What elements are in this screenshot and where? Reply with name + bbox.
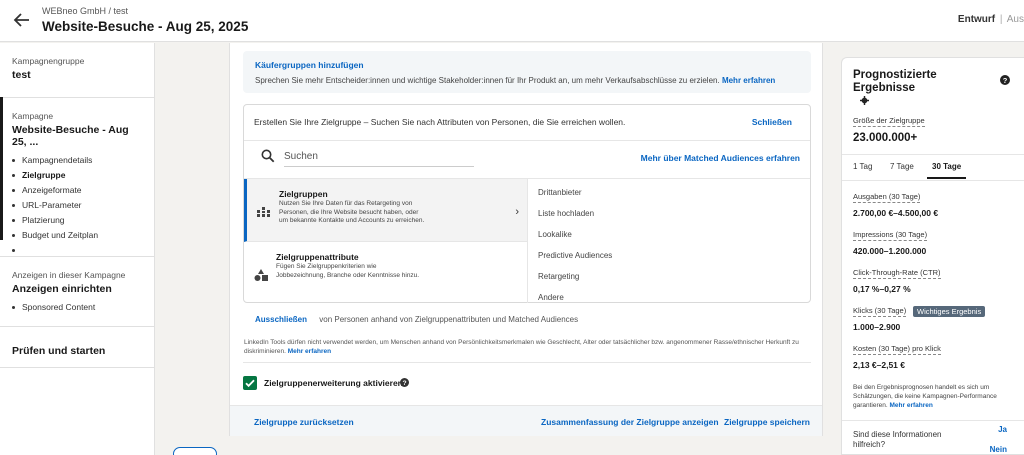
category-desc: Nutzen Sie Ihre Daten für das Retargetin…: [279, 200, 425, 224]
matched-audiences-link[interactable]: Mehr über Matched Audiences erfahren: [641, 153, 800, 163]
exclude-text: von Personen anhand von Zielgruppenattri…: [319, 315, 579, 324]
save-audience-button[interactable]: Zielgruppe speichern: [724, 417, 810, 427]
show-summary-button[interactable]: Zusammenfassung der Zielgruppe anzeigen: [541, 417, 719, 427]
feedback-no-button[interactable]: Nein: [990, 445, 1007, 454]
campaign-group-block[interactable]: Kampagnengruppe test: [0, 56, 96, 81]
forecast-title: Prognostizierte Ergebnisse: [853, 69, 937, 94]
help-icon[interactable]: ?: [1000, 75, 1010, 85]
category-desc: Fügen Sie Zielgruppenkriterien wie Jobbe…: [276, 263, 420, 279]
status-draft: Entwurf: [957, 14, 996, 25]
key-result-badge: Wichtiges Ergebnis: [913, 306, 986, 317]
status-bar: Entwurf | Aus: [958, 14, 1024, 25]
expansion-label: Zielgruppenerweiterung aktivieren: [264, 378, 403, 388]
metric-impressions-label[interactable]: Impressions (30 Tage): [853, 230, 928, 241]
search-input[interactable]: [284, 147, 474, 167]
category-name: Zielgruppenattribute: [276, 252, 359, 262]
metric-spend-value: 2.700,00 €–4.500,00 €: [853, 208, 939, 218]
audience-builder: Erstellen Sie Ihre Zielgruppe – Suchen S…: [243, 104, 811, 303]
campaign-group-value: test: [12, 69, 31, 81]
step-ad-formats[interactable]: Anzeigeformate: [12, 183, 142, 198]
gear-icon: [860, 96, 869, 105]
buyer-groups-desc: Sprechen Sie mehr Entscheider:innen und …: [255, 76, 720, 85]
tab-7-days[interactable]: 7 Tage: [890, 162, 914, 177]
review-launch[interactable]: Prüfen und starten: [12, 345, 105, 357]
page-title: Website-Besuche - Aug 25, 2025: [42, 19, 249, 34]
tab-30-days[interactable]: 30 Tage: [927, 162, 967, 179]
step-campaign-details[interactable]: Kampagnendetails: [12, 153, 142, 168]
option-third-party[interactable]: Drittanbieter: [538, 188, 582, 197]
back-arrow-icon[interactable]: [12, 10, 32, 30]
add-buyer-groups-link[interactable]: Käufergruppen hinzufügen: [255, 60, 364, 70]
step-budget-schedule[interactable]: Budget und Zeitplan: [12, 228, 142, 243]
top-bar: WEBneo GmbH / test Website-Besuche - Aug…: [0, 0, 1024, 42]
option-other[interactable]: Andere: [538, 293, 564, 302]
campaign-block: Kampagne Website-Besuche - Aug 25, ... K…: [0, 111, 154, 258]
category-name: Zielgruppen: [279, 189, 328, 199]
option-retargeting[interactable]: Retargeting: [538, 272, 579, 281]
breadcrumb[interactable]: WEBneo GmbH / test: [42, 6, 128, 16]
svg-text:?: ?: [1003, 76, 1008, 85]
status-separator: |: [999, 14, 1003, 25]
category-audience-attributes[interactable]: Zielgruppenattribute Fügen Sie Zielgrupp…: [244, 242, 527, 303]
metric-cpc-value: 2,13 €–2,51 €: [853, 360, 905, 370]
buyer-groups-text: Sprechen Sie mehr Entscheider:innen und …: [255, 76, 775, 85]
forecast-disclaimer: Bei den Ergebnisprognosen handelt es sic…: [853, 383, 1013, 410]
review-block[interactable]: Prüfen und starten: [0, 342, 117, 357]
category-audiences[interactable]: Zielgruppen Nutzen Sie Ihre Daten für da…: [244, 179, 527, 242]
audience-card: Käufergruppen hinzufügen Sprechen Sie me…: [229, 43, 823, 436]
builder-intro: Erstellen Sie Ihre Zielgruppe – Suchen S…: [254, 117, 626, 127]
help-icon[interactable]: ?: [400, 378, 409, 387]
buyer-groups-learn-more[interactable]: Mehr erfahren: [722, 76, 775, 85]
shapes-icon: [254, 269, 268, 281]
metric-impressions-value: 420.000–1.200.000: [853, 246, 927, 256]
feedback-question: Sind diese Informationen hilfreich?: [853, 430, 942, 449]
exclude-row: Ausschließen von Personen anhand von Zie…: [255, 315, 578, 324]
audience-grid-icon: [257, 207, 270, 217]
metric-spend-label[interactable]: Ausgaben (30 Tage): [853, 192, 921, 203]
checkmark-icon: [245, 379, 255, 388]
feedback-yes-button[interactable]: Ja: [998, 425, 1007, 434]
campaign-steps: Kampagnendetails Zielgruppe Anzeigeforma…: [12, 153, 142, 258]
reset-audience-button[interactable]: Zielgruppe zurücksetzen: [254, 417, 354, 427]
legal-learn-more[interactable]: Mehr erfahren: [288, 348, 331, 355]
audience-size-value: 23.000.000+: [853, 132, 918, 144]
tab-1-day[interactable]: 1 Tag: [853, 162, 872, 177]
metric-ctr-value: 0,17 %–0,27 %: [853, 284, 911, 294]
campaign-group-label: Kampagnengruppe: [12, 56, 85, 66]
metric-clicks-label[interactable]: Klicks (30 Tage): [853, 306, 907, 317]
exclude-button[interactable]: Ausschließen: [255, 315, 307, 324]
status-next: Aus: [1006, 14, 1024, 25]
buyer-groups-box: Käufergruppen hinzufügen Sprechen Sie me…: [243, 51, 811, 93]
sidebar: Kampagnengruppe test Kampagne Website-Be…: [0, 43, 155, 455]
metric-clicks-value: 1.000–2.900: [853, 322, 901, 332]
ads-block: Anzeigen in dieser Kampagne Anzeigen ein…: [0, 270, 137, 315]
campaign-label: Kampagne: [12, 111, 54, 121]
option-predictive[interactable]: Predictive Audiences: [538, 251, 612, 260]
audience-size-label[interactable]: Größe der Zielgruppe: [853, 116, 925, 127]
step-placement[interactable]: Platzierung: [12, 213, 142, 228]
step-url-parameters[interactable]: URL-Parameter: [12, 198, 142, 213]
legal-notice: LinkedIn Tools dürfen nicht verwendet we…: [244, 338, 804, 356]
svg-text:?: ?: [402, 380, 406, 387]
step-audience[interactable]: Zielgruppe: [12, 168, 142, 183]
close-button[interactable]: Schließen: [752, 117, 792, 127]
builder-footer: Zielgruppe zurücksetzen Zusammenfassung …: [230, 405, 822, 436]
chevron-right-icon: ›: [515, 206, 519, 218]
option-upload-list[interactable]: Liste hochladen: [538, 209, 594, 218]
option-lookalike[interactable]: Lookalike: [538, 230, 572, 239]
forecast-panel: Prognostizierte Ergebnisse ? Größe der Z…: [841, 57, 1024, 455]
search-icon: [261, 149, 275, 163]
metric-cpc-label[interactable]: Kosten (30 Tage) pro Klick: [853, 344, 941, 355]
bottom-pill-button[interactable]: [173, 447, 217, 455]
ads-label: Anzeigen in dieser Kampagne: [12, 270, 126, 280]
ads-value[interactable]: Anzeigen einrichten: [12, 283, 125, 295]
ad-item[interactable]: Sponsored Content: [12, 300, 125, 315]
metric-ctr-label[interactable]: Click-Through-Rate (CTR): [853, 268, 941, 279]
campaign-value[interactable]: Website-Besuche - Aug 25, ...: [12, 124, 142, 148]
disclaimer-learn-more[interactable]: Mehr erfahren: [890, 402, 933, 409]
expansion-checkbox[interactable]: [243, 376, 257, 390]
